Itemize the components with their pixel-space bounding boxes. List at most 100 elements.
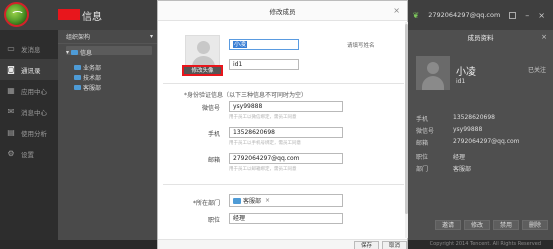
info-row-position: 职位 经理 bbox=[416, 152, 465, 161]
folder-icon bbox=[74, 74, 81, 80]
save-button[interactable]: 保存 bbox=[354, 241, 380, 249]
top-right-area: ❦ 2792064297@qq.com – × bbox=[413, 0, 553, 30]
org-header[interactable]: 组织架构 ▾ bbox=[58, 30, 158, 44]
sidebar-item-label: 消息中心 bbox=[21, 108, 47, 117]
info-label: 部门 bbox=[416, 166, 429, 173]
info-label: 邮箱 bbox=[416, 140, 429, 147]
folder-icon bbox=[74, 64, 81, 70]
info-row-department: 部门 客服部 bbox=[416, 164, 471, 173]
close-window-icon[interactable]: × bbox=[538, 11, 545, 20]
chevron-down-icon: ▾ bbox=[149, 33, 153, 40]
info-value: 13528620698 bbox=[453, 114, 495, 121]
sidebar: ▭ 发消息 ◙ 通讯录 ▦ 应用中心 ✉ 消息中心 ▤ 使用分析 ⚙ 设置 bbox=[0, 30, 58, 249]
wechat-input[interactable]: ysy99888 bbox=[229, 101, 343, 112]
org-header-label: 组织架构 bbox=[66, 34, 91, 41]
wechat-label: 微信号 bbox=[201, 105, 220, 112]
tree-item-dept[interactable]: 客服部 bbox=[74, 82, 101, 92]
sidebar-item-apps[interactable]: ▦ 应用中心 bbox=[0, 80, 58, 101]
divider bbox=[163, 184, 404, 185]
avatar bbox=[416, 56, 450, 90]
account-email[interactable]: 2792064297@qq.com bbox=[428, 11, 500, 19]
collapse-icon: ▾ bbox=[66, 48, 70, 56]
member-info-panel: 成员资料 × 小凌 id1 已关注 手机 13528620698 微信号 ysy… bbox=[408, 30, 553, 240]
name-input-value: 小凌 bbox=[233, 41, 248, 48]
info-value: 2792064297@qq.com bbox=[453, 138, 520, 145]
email-input[interactable]: 2792064297@qq.com bbox=[229, 153, 343, 164]
chat-icon: ▭ bbox=[7, 44, 15, 53]
tree-item-label: 业务部 bbox=[83, 64, 102, 72]
sidebar-item-messages[interactable]: ✉ 消息中心 bbox=[0, 101, 58, 122]
sidebar-item-analytics[interactable]: ▤ 使用分析 bbox=[0, 122, 58, 143]
info-value: ysy99888 bbox=[453, 126, 483, 133]
name-input[interactable]: 小凌 bbox=[229, 39, 299, 50]
divider bbox=[163, 83, 404, 84]
sidebar-item-label: 通讯录 bbox=[21, 66, 41, 75]
org-panel: 组织架构 ▾ ▾ 信息 业务部 技术部 客服部 bbox=[58, 30, 158, 249]
message-icon: ✉ bbox=[7, 107, 15, 116]
folder-icon bbox=[233, 197, 241, 204]
sidebar-item-label: 发消息 bbox=[21, 45, 41, 54]
member-actions: 邀请 修改 禁用 删除 bbox=[408, 220, 553, 230]
info-label: 微信号 bbox=[416, 128, 435, 135]
invite-button[interactable]: 邀请 bbox=[434, 220, 461, 230]
section-title: *身份验证信息（以下三种信息不可同时为空） bbox=[184, 92, 308, 99]
sidebar-item-label: 应用中心 bbox=[21, 87, 47, 96]
scrollbar-thumb[interactable] bbox=[405, 24, 408, 214]
edit-button[interactable]: 修改 bbox=[463, 220, 490, 230]
minimize-icon[interactable]: – bbox=[525, 11, 529, 20]
position-input[interactable]: 经理 bbox=[229, 213, 343, 224]
folder-icon bbox=[71, 49, 79, 55]
info-label: 职位 bbox=[416, 154, 429, 161]
userid-input[interactable]: id1 bbox=[229, 59, 299, 70]
email-help: 用于员工以邮箱绑定，需员工同意 bbox=[229, 167, 297, 172]
phone-label: 手机 bbox=[207, 131, 220, 138]
sidebar-item-label: 设置 bbox=[21, 150, 34, 159]
app-title: 信息 bbox=[82, 12, 102, 23]
member-info-header: 成员资料 × bbox=[408, 30, 553, 44]
info-label: 手机 bbox=[416, 116, 429, 123]
contacts-icon: ◙ bbox=[7, 65, 15, 74]
gear-icon: ⚙ bbox=[7, 149, 15, 158]
department-label: *所在部门 bbox=[192, 200, 220, 207]
tree-item-dept[interactable]: 业务部 bbox=[74, 62, 101, 72]
info-value: 经理 bbox=[453, 154, 466, 161]
dialog-title: 修改成员 bbox=[269, 7, 296, 16]
cancel-button[interactable]: 取消 bbox=[382, 241, 407, 249]
tree-root[interactable]: ▾ 信息 bbox=[66, 47, 92, 57]
folder-icon bbox=[74, 84, 81, 90]
close-icon[interactable]: × bbox=[541, 33, 547, 41]
status-badge: 已关注 bbox=[527, 67, 546, 74]
tree-item-label: 技术部 bbox=[83, 74, 102, 82]
app-logo bbox=[4, 2, 29, 27]
dialog-scrollbar[interactable] bbox=[405, 22, 408, 238]
wechat-help: 用于员工以微信绑定，需员工同意 bbox=[229, 115, 297, 120]
position-label: 职位 bbox=[207, 217, 220, 224]
tree-item-dept[interactable]: 技术部 bbox=[74, 72, 101, 82]
close-icon[interactable]: × bbox=[393, 6, 400, 15]
sidebar-item-settings[interactable]: ⚙ 设置 bbox=[0, 143, 58, 164]
department-tag: 客服部 × bbox=[233, 196, 270, 205]
fullscreen-icon[interactable] bbox=[509, 11, 517, 19]
department-selector[interactable]: 客服部 × bbox=[229, 194, 343, 207]
info-row-wechat: 微信号 ysy99888 bbox=[416, 126, 482, 135]
phone-help: 用于员工以手机号绑定，需员工同意 bbox=[229, 141, 301, 146]
phone-input[interactable]: 13528620698 bbox=[229, 127, 343, 138]
delete-button[interactable]: 删除 bbox=[521, 220, 548, 230]
member-id: id1 bbox=[456, 78, 466, 85]
name-hint: 请填写姓名 bbox=[347, 43, 375, 49]
apps-icon: ▦ bbox=[7, 86, 15, 95]
sidebar-item-contacts[interactable]: ◙ 通讯录 bbox=[0, 59, 58, 80]
dialog-header: 修改成员 × bbox=[158, 1, 407, 21]
member-info-title: 成员资料 bbox=[467, 34, 494, 42]
info-row-email: 邮箱 2792064297@qq.com bbox=[416, 138, 520, 147]
department-tag-label: 客服部 bbox=[243, 198, 262, 205]
remove-icon[interactable]: × bbox=[265, 197, 270, 204]
wechat-leaf-icon: ❦ bbox=[412, 10, 420, 20]
redacted-name-block bbox=[58, 9, 80, 20]
disable-button[interactable]: 禁用 bbox=[492, 220, 519, 230]
sidebar-item-send-message[interactable]: ▭ 发消息 bbox=[0, 38, 58, 59]
change-avatar-button[interactable]: 修改头像 bbox=[182, 65, 223, 76]
member-name: 小凌 bbox=[456, 67, 476, 78]
tree-root-label: 信息 bbox=[80, 49, 93, 57]
email-label: 邮箱 bbox=[207, 157, 220, 164]
